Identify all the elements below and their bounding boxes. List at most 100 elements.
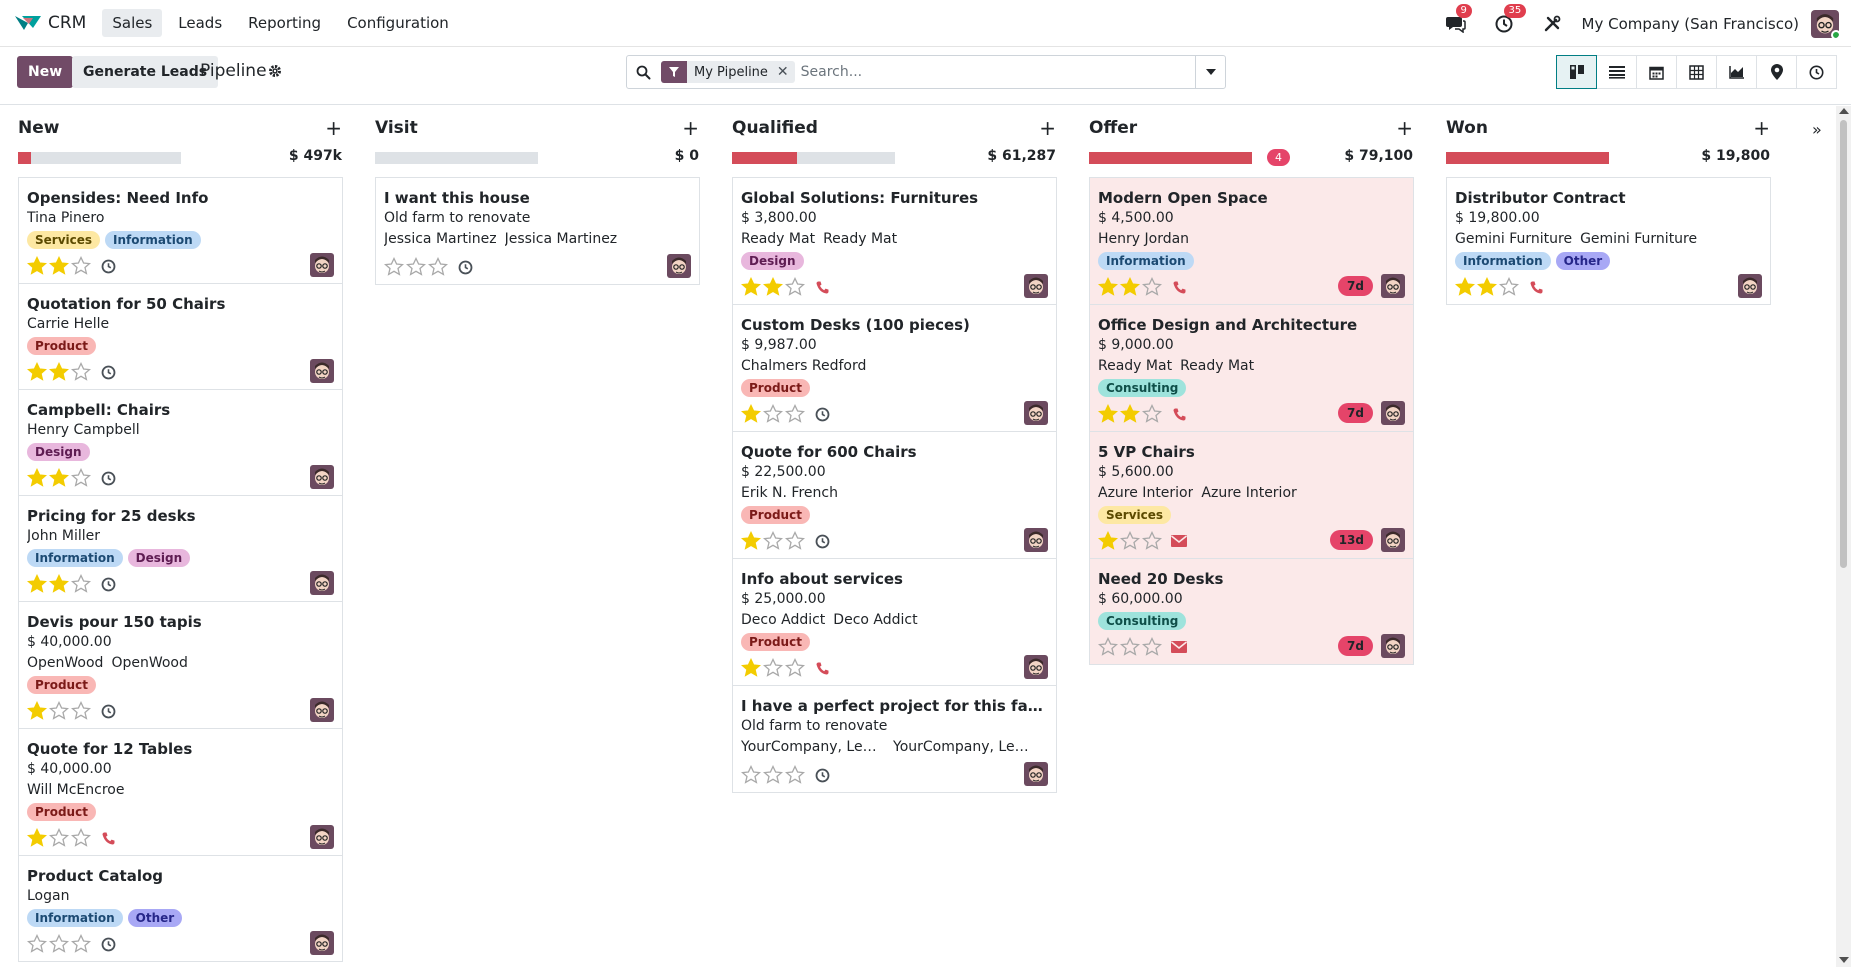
priority-star-icon[interactable] bbox=[26, 573, 48, 594]
priority-star-icon[interactable] bbox=[1454, 276, 1476, 297]
priority-star-icon[interactable] bbox=[740, 657, 762, 678]
salesperson-avatar[interactable] bbox=[310, 931, 334, 955]
new-button[interactable]: New bbox=[17, 56, 74, 88]
gear-icon[interactable] bbox=[268, 64, 282, 82]
priority-star-icon[interactable] bbox=[26, 255, 48, 276]
priority-star-icon[interactable] bbox=[70, 573, 92, 594]
scroll-thumb[interactable] bbox=[1840, 120, 1847, 568]
priority-star-icon[interactable] bbox=[1141, 276, 1163, 297]
salesperson-avatar[interactable] bbox=[310, 253, 334, 277]
priority-star-icon[interactable] bbox=[1097, 403, 1119, 424]
priority-star-icon[interactable] bbox=[784, 403, 806, 424]
priority-star-icon[interactable] bbox=[405, 256, 427, 277]
priority-star-icon[interactable] bbox=[1119, 636, 1141, 657]
scroll-down-arrow-icon[interactable] bbox=[1839, 957, 1849, 963]
priority-star-icon[interactable] bbox=[784, 530, 806, 551]
salesperson-avatar[interactable] bbox=[1024, 274, 1048, 298]
menu-item-sales[interactable]: Sales bbox=[102, 9, 163, 37]
vertical-scrollbar[interactable] bbox=[1836, 106, 1851, 967]
lead-card[interactable]: Info about services $ 25,000.00 Deco Addic… bbox=[732, 558, 1057, 686]
clock-activity-icon[interactable] bbox=[99, 469, 117, 487]
lead-card[interactable]: Campbell: Chairs Henry Campbell Design bbox=[18, 389, 343, 496]
salesperson-avatar[interactable] bbox=[1024, 528, 1048, 552]
priority-star-icon[interactable] bbox=[383, 256, 405, 277]
priority-star-icon[interactable] bbox=[762, 530, 784, 551]
salesperson-avatar[interactable] bbox=[310, 465, 334, 489]
priority-star-icon[interactable] bbox=[1097, 636, 1119, 657]
priority-star-icon[interactable] bbox=[1141, 530, 1163, 551]
list-view-button[interactable] bbox=[1596, 55, 1637, 89]
clock-activity-icon[interactable] bbox=[813, 405, 831, 423]
priority-star-icon[interactable] bbox=[1141, 636, 1163, 657]
salesperson-avatar[interactable] bbox=[1024, 762, 1048, 786]
column-progress-bar[interactable] bbox=[732, 152, 895, 164]
clock-activity-icon[interactable] bbox=[99, 363, 117, 381]
salesperson-avatar[interactable] bbox=[310, 359, 334, 383]
user-avatar[interactable] bbox=[1811, 9, 1839, 38]
priority-star-icon[interactable] bbox=[784, 657, 806, 678]
lead-card[interactable]: Quote for 600 Chairs $ 22,500.00 Erik N. F… bbox=[732, 431, 1057, 559]
clock-activity-icon[interactable] bbox=[99, 257, 117, 275]
clock-activity-icon[interactable] bbox=[456, 258, 474, 276]
lead-card[interactable]: 5 VP Chairs $ 5,600.00 Azure Interior Azure… bbox=[1089, 431, 1414, 559]
priority-star-icon[interactable] bbox=[48, 827, 70, 848]
priority-star-icon[interactable] bbox=[48, 467, 70, 488]
priority-star-icon[interactable] bbox=[48, 573, 70, 594]
menu-item-reporting[interactable]: Reporting bbox=[238, 9, 331, 37]
priority-star-icon[interactable] bbox=[740, 403, 762, 424]
priority-star-icon[interactable] bbox=[784, 276, 806, 297]
clock-activity-icon[interactable] bbox=[813, 532, 831, 550]
priority-star-icon[interactable] bbox=[26, 827, 48, 848]
priority-star-icon[interactable] bbox=[70, 467, 92, 488]
lead-card[interactable]: Quote for 12 Tables $ 40,000.00 Will McEnc… bbox=[18, 728, 343, 856]
lead-card[interactable]: Distributor Contract $ 19,800.00 Gemini Fu… bbox=[1446, 177, 1771, 305]
lead-card[interactable]: Global Solutions: Furnitures $ 3,800.00 Re… bbox=[732, 177, 1057, 305]
debug-tools-button[interactable] bbox=[1540, 12, 1564, 36]
graph-view-button[interactable] bbox=[1716, 55, 1757, 89]
priority-star-icon[interactable] bbox=[762, 403, 784, 424]
salesperson-avatar[interactable] bbox=[310, 571, 334, 595]
column-title[interactable]: New bbox=[18, 118, 59, 138]
priority-star-icon[interactable] bbox=[48, 361, 70, 382]
menu-item-configuration[interactable]: Configuration bbox=[337, 9, 459, 37]
priority-star-icon[interactable] bbox=[1119, 276, 1141, 297]
map-view-button[interactable] bbox=[1756, 55, 1797, 89]
clock-activity-icon[interactable] bbox=[99, 575, 117, 593]
priority-star-icon[interactable] bbox=[762, 276, 784, 297]
priority-star-icon[interactable] bbox=[1476, 276, 1498, 297]
column-title[interactable]: Visit bbox=[375, 118, 418, 138]
phone-activity-icon[interactable] bbox=[813, 278, 831, 296]
add-card-plus-icon[interactable]: + bbox=[682, 116, 699, 140]
lead-card[interactable]: I want this house Old farm to renovate Jes… bbox=[375, 177, 700, 285]
column-title[interactable]: Won bbox=[1446, 118, 1488, 138]
priority-star-icon[interactable] bbox=[70, 933, 92, 954]
priority-star-icon[interactable] bbox=[762, 657, 784, 678]
priority-star-icon[interactable] bbox=[48, 255, 70, 276]
add-card-plus-icon[interactable]: + bbox=[325, 116, 342, 140]
phone-activity-icon[interactable] bbox=[1170, 278, 1188, 296]
priority-star-icon[interactable] bbox=[26, 933, 48, 954]
search-icon[interactable] bbox=[627, 56, 659, 88]
activities-button[interactable]: 35 bbox=[1492, 3, 1527, 36]
priority-star-icon[interactable] bbox=[70, 700, 92, 721]
phone-activity-icon[interactable] bbox=[1170, 405, 1188, 423]
priority-star-icon[interactable] bbox=[762, 764, 784, 785]
add-card-plus-icon[interactable]: + bbox=[1753, 116, 1770, 140]
lead-card[interactable]: Opensides: Need Info Tina Pinero Services I… bbox=[18, 177, 343, 284]
priority-star-icon[interactable] bbox=[1119, 530, 1141, 551]
salesperson-avatar[interactable] bbox=[1381, 634, 1405, 658]
lead-card[interactable]: Devis pour 150 tapis $ 40,000.00 OpenWood O… bbox=[18, 601, 343, 729]
fold-columns-chevron-icon[interactable]: » bbox=[1812, 120, 1822, 139]
salesperson-avatar[interactable] bbox=[1381, 274, 1405, 298]
lead-card[interactable]: Modern Open Space $ 4,500.00 Henry Jordan I… bbox=[1089, 177, 1414, 305]
column-progress-bar[interactable] bbox=[18, 152, 181, 164]
priority-star-icon[interactable] bbox=[70, 255, 92, 276]
clock-activity-icon[interactable] bbox=[99, 702, 117, 720]
kanban-view-button[interactable] bbox=[1556, 55, 1597, 89]
lead-card[interactable]: Quotation for 50 Chairs Carrie Helle Produ… bbox=[18, 283, 343, 390]
generate-leads-button[interactable]: Generate Leads bbox=[72, 56, 219, 88]
salesperson-avatar[interactable] bbox=[1381, 401, 1405, 425]
priority-star-icon[interactable] bbox=[740, 276, 762, 297]
priority-star-icon[interactable] bbox=[740, 764, 762, 785]
add-card-plus-icon[interactable]: + bbox=[1039, 116, 1056, 140]
